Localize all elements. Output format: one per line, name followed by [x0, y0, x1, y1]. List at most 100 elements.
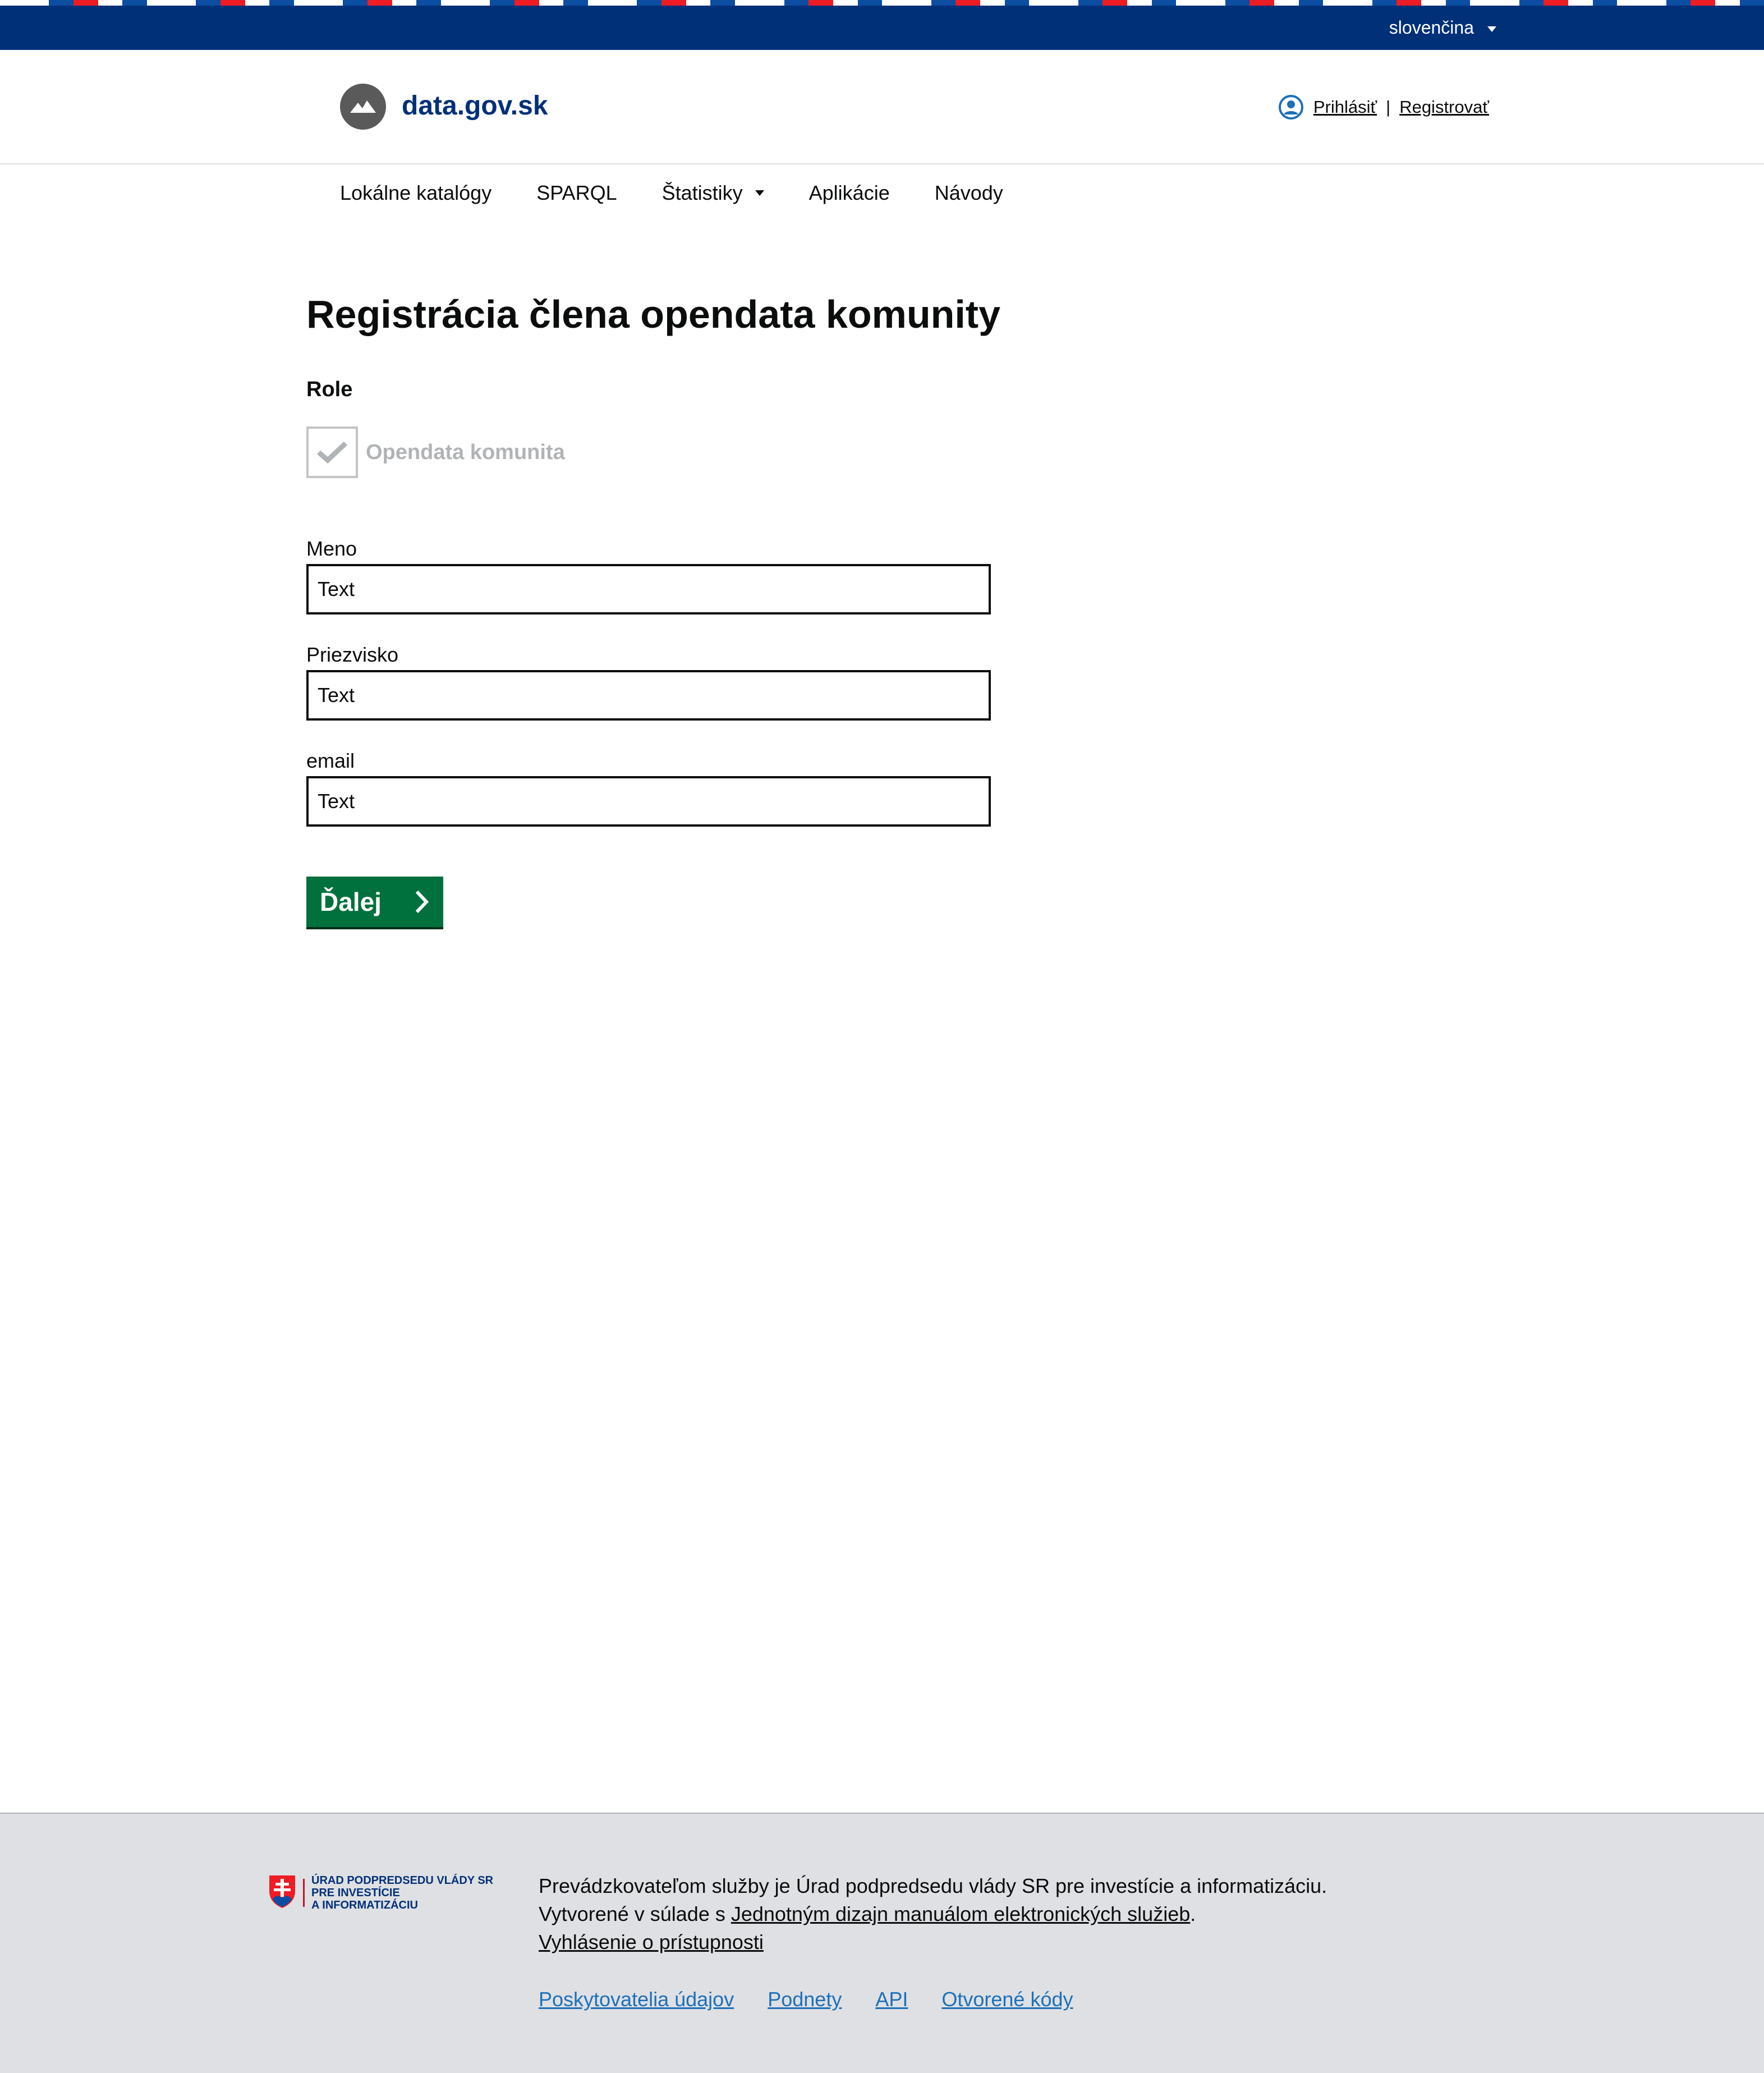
flag-stripe-segment: [1642, 0, 1666, 6]
flag-stripe-segment: [882, 0, 907, 6]
next-button[interactable]: Ďalej: [306, 877, 443, 927]
flag-stripe-segment: [784, 0, 809, 6]
email-input[interactable]: [306, 776, 991, 827]
last-name-label: Priezvisko: [306, 643, 399, 666]
role-option: Opendata komunita: [306, 426, 565, 478]
flag-stripe-segment: [74, 0, 98, 6]
nav-item-statistics[interactable]: Štatistiky: [662, 181, 764, 205]
flag-stripe-segment: [343, 0, 368, 6]
caret-down-icon: [1487, 26, 1496, 32]
flag-stripe-segment: [1053, 0, 1078, 6]
design-manual-line: Vytvorené v súlade s Jednotným dizajn ma…: [539, 1900, 1327, 1928]
flag-stripe-segment: [98, 0, 123, 6]
language-selector[interactable]: slovenčina: [1389, 6, 1496, 50]
flag-stripe-segment: [318, 0, 343, 6]
site-name-link[interactable]: data.gov.sk: [402, 90, 548, 122]
flag-stripe-segment: [931, 0, 956, 6]
footer-link-open-source[interactable]: Otvorené kódy: [941, 1988, 1073, 2011]
flag-stripe-segment: [1421, 0, 1446, 6]
nav-item-sparql[interactable]: SPARQL: [536, 181, 617, 205]
government-office-name: ÚRAD PODPREDSEDU VLÁDY SR PRE INVESTÍCIE…: [311, 1874, 493, 1911]
footer-links: Poskytovatelia údajov Podnety API Otvore…: [539, 1988, 1073, 2011]
flag-stripe-segment: [147, 0, 172, 6]
flag-stripe-segment: [1690, 0, 1716, 6]
flag-stripe-segment: [1544, 0, 1568, 6]
design-manual-suffix: .: [1190, 1902, 1196, 1925]
flag-stripe-segment: [686, 0, 711, 6]
footer-link-api[interactable]: API: [875, 1988, 908, 2011]
site-footer: ÚRAD PODPREDSEDU VLÁDY SR PRE INVESTÍCIE…: [0, 1813, 1764, 2073]
flag-stripe-segment: [465, 0, 490, 6]
footer-link-suggestions[interactable]: Podnety: [768, 1988, 842, 2011]
flag-stripe-segment: [735, 0, 760, 6]
flag-stripe-segment: [808, 0, 833, 6]
site-header: data.gov.sk Prihlásiť | Registrovať: [0, 50, 1764, 164]
flag-stripe-segment: [1078, 0, 1103, 6]
flag-stripe-segment: [1617, 0, 1642, 6]
flag-stripe-segment: [1102, 0, 1127, 6]
nav-item-label: Štatistiky: [662, 181, 743, 204]
design-manual-prefix: Vytvorené v súlade s: [539, 1902, 731, 1925]
design-manual-link[interactable]: Jednotným dizajn manuálom elektronických…: [731, 1902, 1190, 1925]
nav-item-label: Lokálne katalógy: [340, 181, 492, 204]
flag-stripe-segment: [956, 0, 980, 6]
register-link[interactable]: Registrovať: [1399, 97, 1489, 117]
flag-stripe-segment: [637, 0, 662, 6]
flag-stripe-segment: [906, 0, 931, 6]
flag-stripe-segment: [1494, 0, 1519, 6]
flag-stripe-segment: [392, 0, 417, 6]
login-link[interactable]: Prihlásiť: [1313, 97, 1377, 117]
flag-stripe-segment: [1568, 0, 1593, 6]
flag-stripe-segment: [1151, 0, 1177, 6]
flag-stripe-segment: [588, 0, 613, 6]
flag-stripe-segment: [980, 0, 1005, 6]
email-label: email: [306, 749, 355, 772]
flag-stripe-segment: [1739, 0, 1764, 6]
flag-stripe-segment: [171, 0, 196, 6]
flag-stripe-segment: [416, 0, 442, 6]
accessibility-statement-link[interactable]: Vyhlásenie o prístupnosti: [539, 1930, 764, 1953]
nav-item-local-catalogs[interactable]: Lokálne katalógy: [340, 181, 491, 205]
flag-stripe-segment: [220, 0, 245, 6]
mountain-logo-icon[interactable]: [340, 84, 386, 130]
nav-item-label: Aplikácie: [808, 181, 890, 204]
chevron-right-icon: [415, 890, 429, 914]
flag-stripe-segment: [833, 0, 858, 6]
flag-stripe-segment: [857, 0, 883, 6]
flag-stripe-segment: [0, 0, 25, 6]
first-name-input[interactable]: [306, 564, 991, 614]
flag-stripe-segment: [1225, 0, 1250, 6]
flag-stripe-segment: [1347, 0, 1372, 6]
flag-stripe-segment: [759, 0, 784, 6]
footer-link-data-providers[interactable]: Poskytovatelia údajov: [539, 1988, 734, 2011]
flag-stripe-segment: [1519, 0, 1544, 6]
nav-item-applications[interactable]: Aplikácie: [809, 181, 890, 205]
flag-stripe-segment: [269, 0, 295, 6]
role-label: Role: [306, 378, 353, 401]
operator-text: Prevádzkovateľom služby je Úrad podpreds…: [539, 1874, 1327, 1897]
flag-stripe-segment: [612, 0, 637, 6]
flag-stripe-segment: [49, 0, 74, 6]
flag-stripe-segment: [1274, 0, 1299, 6]
top-bar: slovenčina: [0, 6, 1764, 50]
flag-stripe-segment: [1372, 0, 1397, 6]
emblem-line: A INFORMATIZÁCIU: [311, 1899, 418, 1911]
slovak-coat-of-arms-icon: [269, 1875, 295, 1908]
flag-stripe-segment: [710, 0, 736, 6]
flag-stripe-segment: [441, 0, 466, 6]
checkmark-icon: [317, 441, 348, 464]
flag-stripe-segment: [1323, 0, 1348, 6]
nav-item-label: Návody: [934, 181, 1003, 204]
role-option-label: Opendata komunita: [366, 441, 565, 464]
flag-stripe-segment: [563, 0, 589, 6]
nav-item-label: SPARQL: [536, 181, 617, 204]
user-account-icon: [1278, 95, 1303, 120]
last-name-input[interactable]: [306, 670, 991, 721]
flag-stripe-segment: [662, 0, 686, 6]
flag-stripe-segment: [1470, 0, 1495, 6]
emblem-divider: [303, 1879, 305, 1907]
role-checkbox[interactable]: [306, 426, 358, 478]
main-navigation: Lokálne katalógy SPARQL Štatistiky Aplik…: [340, 171, 1003, 215]
government-office-logo: ÚRAD PODPREDSEDU VLÁDY SR PRE INVESTÍCIE…: [268, 1874, 493, 1911]
nav-item-guides[interactable]: Návody: [935, 181, 1003, 205]
